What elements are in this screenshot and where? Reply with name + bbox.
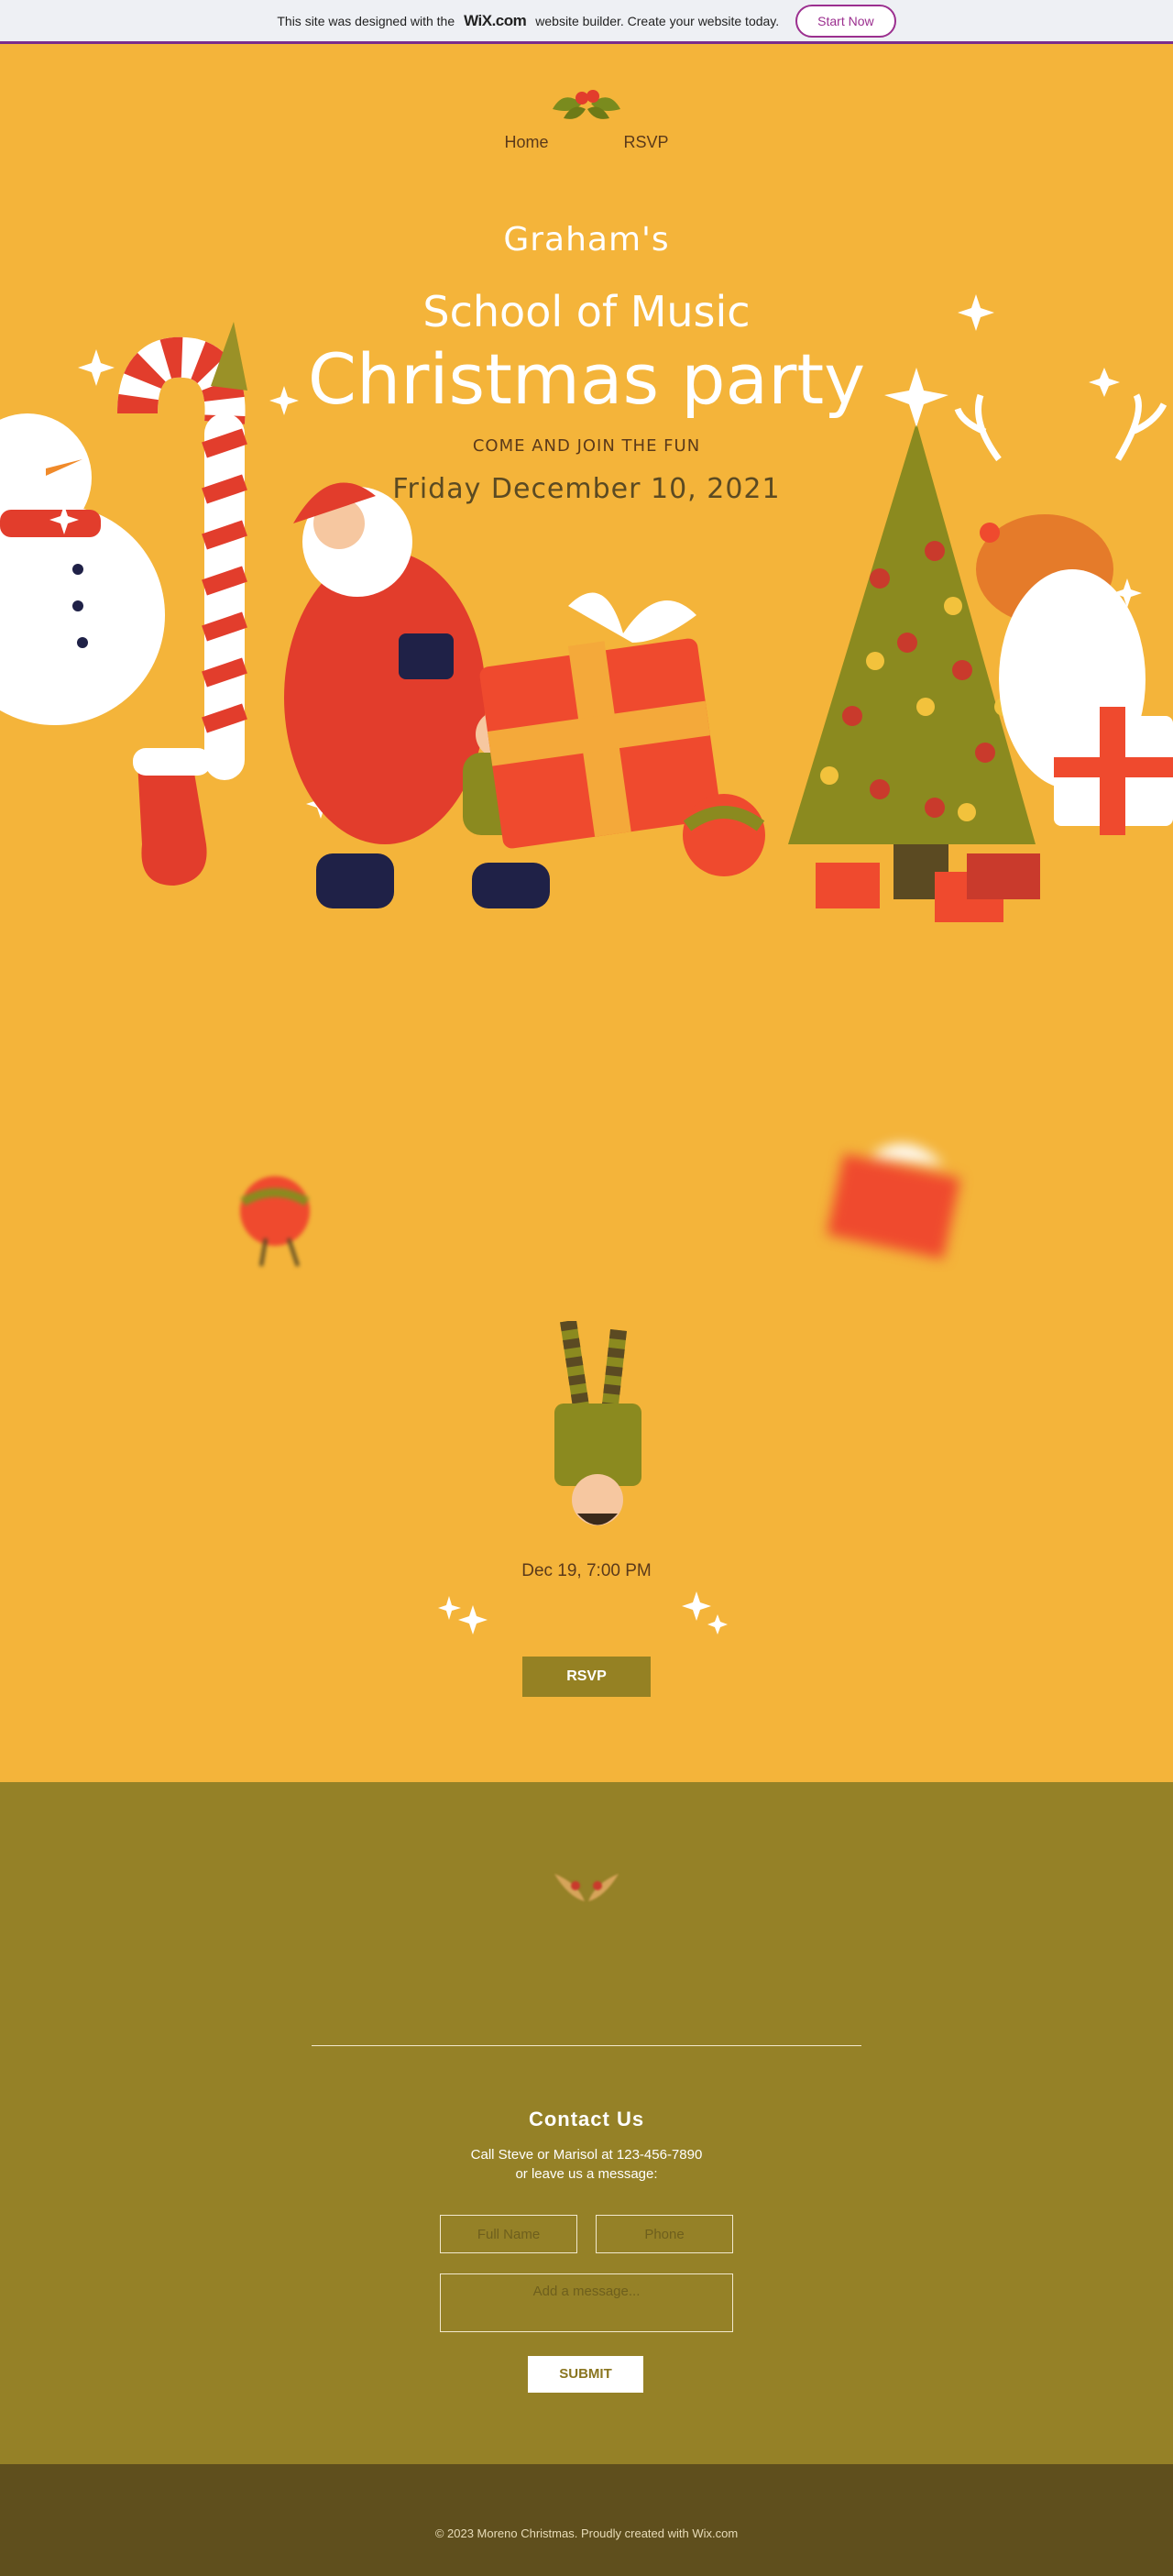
wix-banner-text-before: This site was designed with the (277, 13, 455, 28)
contact-section: Contact Us Call Steve or Marisol at 123-… (0, 1782, 1173, 2464)
ornament-illustration (683, 794, 765, 876)
hero-title-line2: School of Music (422, 287, 751, 336)
hero-date: Friday December 10, 2021 (392, 473, 781, 505)
nav-home[interactable]: Home (504, 133, 548, 152)
gift-box-right-illustration (1054, 707, 1173, 835)
main-nav: Home RSVP (0, 133, 1173, 152)
rsvp-button[interactable]: RSVP (522, 1657, 651, 1697)
submit-button[interactable]: SUBMIT (528, 2356, 643, 2393)
ornament-illustration (240, 1176, 310, 1267)
hero-title-line1: Graham's (503, 221, 670, 259)
wix-banner: This site was designed with the WiX.com … (0, 0, 1173, 44)
hero-section: Home RSVP Graham's School of Music Chris… (0, 47, 1173, 1782)
hero-title-line3: Christmas party (307, 338, 866, 420)
snowman-illustration (0, 413, 165, 725)
start-now-button[interactable]: Start Now (795, 4, 896, 38)
phone-input[interactable]: Phone (596, 2215, 733, 2253)
gift-box-illustration (479, 592, 721, 849)
hero-tagline: COME AND JOIN THE FUN (472, 436, 701, 456)
footer-text: © 2023 Moreno Christmas. Proudly created… (434, 2526, 739, 2540)
nav-rsvp[interactable]: RSVP (577, 133, 668, 152)
section-divider (312, 2045, 861, 2046)
wix-banner-text-after: website builder. Create your website tod… (535, 13, 780, 28)
contact-phone-line: Call Steve or Marisol at 123-456-7890 (470, 2147, 703, 2163)
holly-icon (553, 90, 620, 119)
contact-message-line: or leave us a message: (515, 2166, 658, 2182)
message-textarea[interactable]: Add a message... (440, 2273, 733, 2332)
sparkle-icon (438, 1591, 728, 1635)
event-datetime: Dec 19, 7:00 PM (521, 1561, 652, 1580)
gift-box-illustration (827, 1144, 960, 1260)
full-name-input[interactable]: Full Name (440, 2215, 577, 2253)
contact-title: Contact Us (528, 2108, 645, 2130)
footer: © 2023 Moreno Christmas. Proudly created… (0, 2464, 1173, 2576)
wix-logo[interactable]: WiX.com (464, 12, 527, 30)
elf-illustration (554, 1321, 641, 1525)
holly-icon (554, 1874, 619, 1901)
stocking-illustration (133, 748, 211, 886)
